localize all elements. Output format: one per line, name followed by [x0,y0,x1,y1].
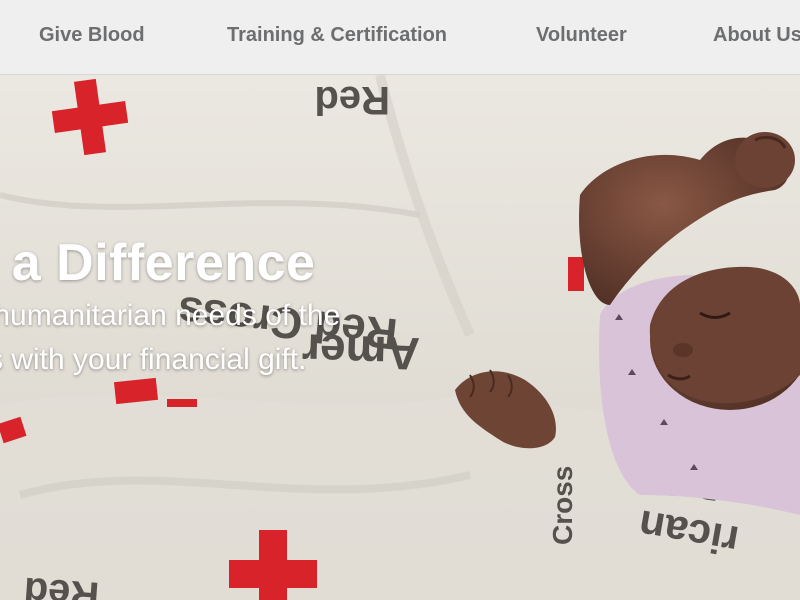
nav-training-certification[interactable]: Training & Certification [227,24,447,47]
nav-give-blood[interactable]: Give Blood [39,24,145,47]
svg-text:Red: Red [22,569,100,600]
svg-text:Red: Red [314,78,390,122]
nav-volunteer[interactable]: Volunteer [536,24,627,47]
top-navigation: Give Blood Training & Certification Volu… [0,0,800,75]
svg-text:Amer: Amer [301,324,420,380]
hero-photo-baby-on-blanket: Red Red Cross Amer Cross Red rican Red C… [0,75,800,600]
hero-banner: Red Red Cross Amer Cross Red rican Red C… [0,75,800,600]
svg-text:Cross: Cross [547,466,578,545]
nav-about-us[interactable]: About Us [713,24,800,47]
